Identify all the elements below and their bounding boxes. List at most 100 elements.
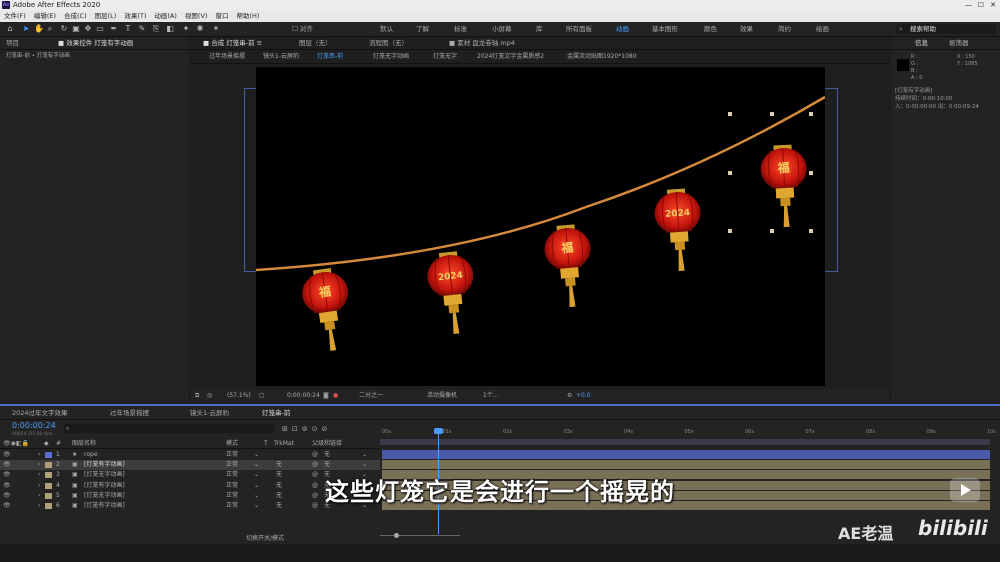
flow-tab-4[interactable]: 灯笼无字 bbox=[433, 52, 457, 62]
workspace-standard[interactable]: 标准 bbox=[454, 24, 467, 34]
eraser-tool-icon[interactable]: ◧ bbox=[166, 25, 174, 33]
flow-tab-0[interactable]: 过年场景摇摆 bbox=[209, 52, 245, 62]
visibility-eye-icon[interactable]: 👁 bbox=[3, 450, 11, 460]
timeline-tab-2[interactable]: 镜头1-云屏豹 bbox=[190, 408, 229, 418]
workspace-minimal[interactable]: 简约 bbox=[778, 24, 791, 34]
workspace-essential-graphics[interactable]: 基本图形 bbox=[652, 24, 678, 34]
zoom-tool-icon[interactable]: ⌕ bbox=[46, 25, 54, 33]
help-search-input[interactable]: ⌕ 搜索帮助 bbox=[896, 24, 996, 34]
menu-item-8[interactable]: 帮助(H) bbox=[236, 12, 259, 20]
tab-composition[interactable]: ■ 合成 灯笼串-前 ≡ bbox=[203, 38, 262, 48]
rectangle-tool-icon[interactable]: ▭ bbox=[96, 25, 104, 33]
pick-whip-icon[interactable]: @ bbox=[312, 450, 318, 460]
expand-twirl-icon[interactable]: › bbox=[38, 460, 40, 470]
workspace-learn[interactable]: 了解 bbox=[416, 24, 429, 34]
pan-behind-tool-icon[interactable]: ✥ bbox=[84, 25, 92, 33]
zoom-slider-handle[interactable] bbox=[394, 533, 399, 538]
menu-item-2[interactable]: 合成(C) bbox=[64, 12, 87, 20]
tab-footage[interactable]: ■ 素材 盘龙卷轴.mp4 bbox=[449, 38, 515, 48]
menu-item-3[interactable]: 图层(L) bbox=[95, 12, 117, 20]
exposure-icon[interactable]: ⚙ bbox=[567, 389, 572, 402]
flow-tab-2[interactable]: 灯笼串-前 bbox=[317, 52, 343, 62]
layer-mode-dropdown[interactable]: 正常 bbox=[226, 460, 238, 470]
zoom-dropdown[interactable]: (57.1%) bbox=[227, 389, 251, 402]
align-checkbox[interactable]: ☐ 对齐 bbox=[292, 24, 313, 34]
puppet-pin-icon[interactable]: ✱ bbox=[196, 25, 204, 33]
workspace-animation[interactable]: 动画 bbox=[616, 24, 629, 34]
workspace-default[interactable]: 默认 bbox=[380, 24, 393, 34]
brush-tool-icon[interactable]: ✎ bbox=[138, 25, 146, 33]
menu-item-7[interactable]: 窗口 bbox=[215, 12, 228, 20]
label-color-swatch[interactable] bbox=[45, 452, 52, 458]
play-icon[interactable] bbox=[950, 478, 980, 502]
always-preview-icon[interactable]: ⧉ bbox=[195, 389, 199, 402]
type-tool-icon[interactable]: T bbox=[124, 25, 132, 33]
mask-icon[interactable]: ◎ bbox=[207, 389, 212, 402]
menu-item-1[interactable]: 编辑(E) bbox=[34, 12, 56, 20]
timeline-timecode[interactable]: 0:00:00:24 bbox=[12, 421, 56, 430]
label-color-swatch[interactable] bbox=[45, 462, 52, 469]
workspace-effects[interactable]: 效果 bbox=[740, 24, 753, 34]
tab-project[interactable]: 项目 bbox=[6, 38, 19, 48]
layer-search-input[interactable]: ⌕ bbox=[64, 424, 274, 433]
expand-twirl-icon[interactable]: › bbox=[38, 450, 40, 460]
layer-name[interactable]: [灯笼有字动画] bbox=[84, 460, 125, 470]
menu-item-5[interactable]: 动画(A) bbox=[154, 12, 177, 20]
zoom-slider[interactable] bbox=[380, 533, 460, 538]
visibility-eye-icon[interactable]: 👁 bbox=[3, 460, 11, 470]
views-dropdown[interactable]: 1个... bbox=[483, 389, 499, 402]
clone-stamp-icon[interactable]: ⎘ bbox=[152, 25, 160, 33]
timeline-tab-3[interactable]: 灯笼串-前 bbox=[262, 408, 290, 418]
home-icon[interactable]: ⌂ bbox=[6, 25, 14, 33]
tab-effect-controls[interactable]: ■ 效果控件 灯笼有字动画 bbox=[58, 38, 133, 48]
time-ruler[interactable]: 00s 01s 02s 03s 04s 05s 06s 07s 08s 09s 10s bbox=[382, 429, 996, 439]
viewer-timecode[interactable]: 0:00:00:24 bbox=[287, 389, 320, 402]
tab-wiggler[interactable]: 振荡器 bbox=[949, 38, 969, 48]
workspace-paint[interactable]: 绘画 bbox=[816, 24, 829, 34]
layer-row[interactable]: 👁 › 2 ▣ [灯笼有字动画] 正常 ⌄ 无 @ 无 ⌄ bbox=[0, 460, 380, 471]
menu-item-4[interactable]: 效果(T) bbox=[124, 12, 146, 20]
layer-parent-dropdown[interactable]: 无 bbox=[324, 460, 330, 470]
layer-parent-dropdown[interactable]: 无 bbox=[324, 450, 330, 460]
tab-flowchart[interactable]: 流程图（无） bbox=[369, 38, 408, 48]
layer-mode-dropdown[interactable]: 正常 bbox=[226, 450, 238, 460]
pen-tool-icon[interactable]: ✒ bbox=[110, 25, 118, 33]
workspace-all-panels[interactable]: 所有面板 bbox=[566, 24, 592, 34]
minimize-icon[interactable]: — bbox=[965, 0, 972, 11]
flow-tab-5[interactable]: 2024灯笼文字金属质感2 bbox=[477, 52, 544, 62]
flow-tab-3[interactable]: 灯笼无字动画 bbox=[373, 52, 409, 62]
exposure-value[interactable]: +0.0 bbox=[576, 389, 591, 402]
workspace-library[interactable]: 库 bbox=[536, 24, 543, 34]
layer-row[interactable]: 👁 › 1 ★ rope 正常 ⌄ @ 无 ⌄ bbox=[0, 450, 380, 460]
timeline-tab-0[interactable]: 2024过年文字效果 bbox=[12, 408, 68, 418]
layer-name[interactable]: rope bbox=[84, 450, 98, 460]
show-channel-icon[interactable]: ● bbox=[333, 389, 338, 402]
timeline-tab-1[interactable]: 过年场景摇摆 bbox=[110, 408, 149, 418]
resolution-dropdown[interactable]: 二分之一 bbox=[359, 389, 383, 402]
workspace-small-screen[interactable]: 小屏幕 bbox=[492, 24, 512, 34]
composition-viewer[interactable]: 福 2024 福 2024 福 bbox=[256, 67, 825, 386]
pick-whip-icon[interactable]: @ bbox=[312, 460, 318, 470]
maximize-icon[interactable]: ☐ bbox=[978, 0, 984, 11]
workspace-color[interactable]: 颜色 bbox=[704, 24, 717, 34]
tab-layer[interactable]: 图层（无） bbox=[299, 38, 332, 48]
rotate-tool-icon[interactable]: ↻ bbox=[60, 25, 68, 33]
camera-dropdown[interactable]: 活动摄像机 bbox=[427, 389, 457, 402]
menu-item-6[interactable]: 视图(V) bbox=[185, 12, 208, 20]
roto-brush-icon[interactable]: ✦ bbox=[182, 25, 190, 33]
tab-info[interactable]: 信息 bbox=[915, 38, 928, 48]
toggle-switches-modes[interactable]: 切换开关/模式 bbox=[246, 533, 284, 542]
layer-trkmat-dropdown[interactable]: 无 bbox=[276, 460, 282, 470]
hand-tool-icon[interactable]: ✋ bbox=[34, 25, 44, 33]
flow-tab-1[interactable]: 镜头1-云屏豹 bbox=[263, 52, 299, 62]
work-area-bar[interactable] bbox=[380, 439, 990, 445]
flow-tab-6[interactable]: 金属流动贴图1920*1080 bbox=[567, 52, 637, 62]
layer-duration-bar[interactable] bbox=[382, 450, 990, 459]
close-icon[interactable]: ✕ bbox=[990, 0, 996, 11]
timeline-switches[interactable]: ⊞⊡⊚⊙⊘ bbox=[282, 425, 331, 433]
menu-item-0[interactable]: 文件(F) bbox=[4, 12, 26, 20]
camera-tool-icon[interactable]: ▣ bbox=[72, 25, 80, 33]
layer-duration-bar[interactable] bbox=[382, 460, 990, 470]
selection-tool-icon[interactable]: ➤ bbox=[22, 25, 30, 33]
fit-icon[interactable]: ▢ bbox=[259, 389, 265, 402]
